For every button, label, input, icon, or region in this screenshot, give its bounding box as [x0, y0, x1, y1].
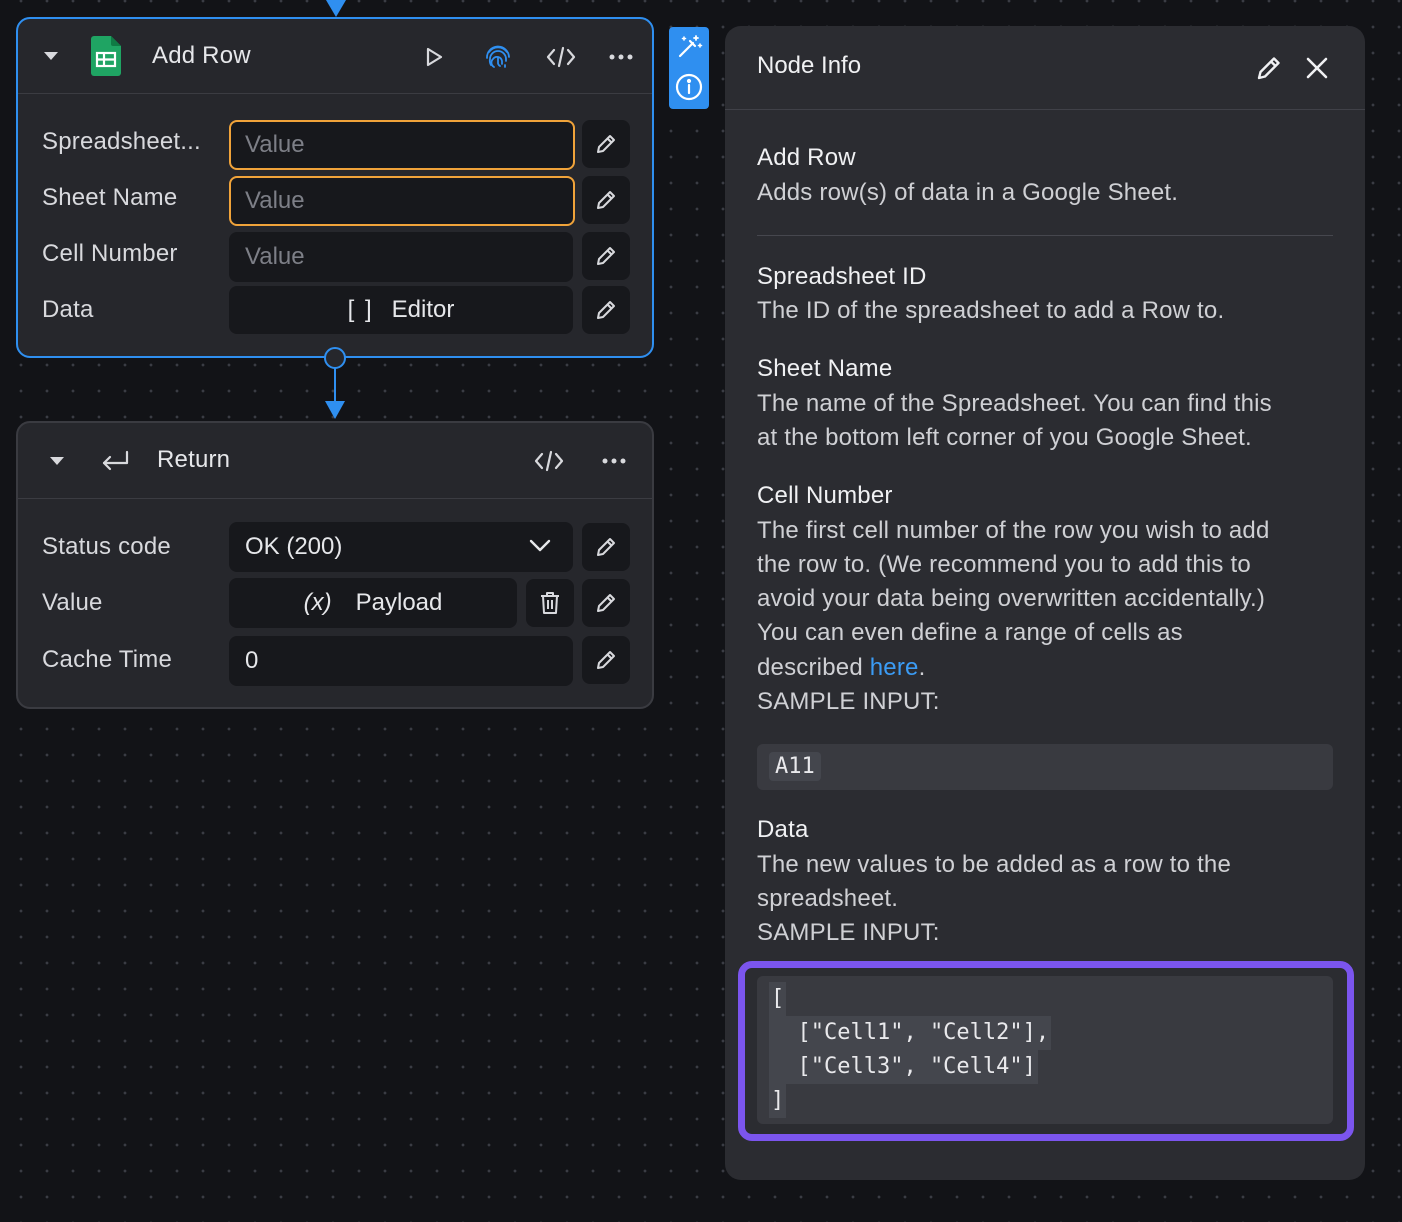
- collapse-caret-icon[interactable]: [38, 46, 64, 66]
- return-node-header: Return: [18, 423, 652, 499]
- add-row-node-header: Add Row: [18, 19, 652, 94]
- param-cell-number-description-line-1: The first cell number of the row you wis…: [757, 517, 1270, 544]
- data-edit-button[interactable]: [582, 286, 630, 334]
- pencil-icon: [597, 135, 615, 153]
- here-link[interactable]: here: [870, 654, 919, 681]
- fingerprint-icon[interactable]: [482, 41, 514, 73]
- more-options-icon[interactable]: [606, 43, 636, 71]
- node-connector[interactable]: [322, 345, 350, 421]
- value-edit-button[interactable]: [582, 579, 630, 627]
- pencil-icon: [597, 651, 615, 669]
- code-icon[interactable]: [532, 445, 566, 477]
- run-play-icon[interactable]: [420, 43, 448, 71]
- field-label-sheet-name: Sheet Name: [42, 184, 178, 211]
- code-icon[interactable]: [544, 41, 578, 73]
- field-label-cell-number: Cell Number: [42, 240, 178, 267]
- described-suffix: .: [918, 654, 926, 681]
- param-cell-number-name: Cell Number: [757, 482, 893, 509]
- more-options-icon[interactable]: [599, 447, 629, 475]
- data-sample-line: ["Cell1", "Cell2"],: [769, 1016, 1052, 1050]
- node-info-panel: Node Info Add Row Adds row(s) of data in…: [725, 26, 1365, 1180]
- described-prefix: described: [757, 654, 870, 681]
- param-sheet-name-name: Sheet Name: [757, 355, 893, 382]
- status-code-edit-button[interactable]: [582, 523, 630, 571]
- data-sample-line: ["Cell3", "Cell4"]: [769, 1050, 1038, 1084]
- cell-number-sample-value: A11: [769, 752, 821, 781]
- chevron-down-icon: [529, 539, 551, 552]
- node-tool-strip: [669, 27, 709, 109]
- field-label-data: Data: [42, 296, 94, 323]
- trash-icon: [541, 592, 559, 614]
- add-row-node-title: Add Row: [152, 42, 251, 69]
- close-button[interactable]: [1301, 52, 1333, 84]
- spreadsheet-id-edit-button[interactable]: [582, 120, 630, 168]
- param-spreadsheet-id-description: The ID of the spreadsheet to add a Row t…: [757, 297, 1225, 324]
- data-sample-code: [ ["Cell1", "Cell2"], ["Cell3", "Cell4"]…: [757, 976, 1333, 1124]
- node-info-title: Node Info: [757, 52, 862, 79]
- close-icon: [1306, 57, 1328, 79]
- param-data-description-line-2: spreadsheet.: [757, 885, 899, 912]
- param-cell-number-described: described here.: [757, 651, 1337, 685]
- cache-time-edit-button[interactable]: [582, 636, 630, 684]
- param-sheet-name-description-line-2: at the bottom left corner of you Google …: [757, 424, 1252, 451]
- pencil-icon: [597, 538, 615, 556]
- value-variable-name: Payload: [355, 589, 443, 616]
- info-divider: [757, 235, 1333, 236]
- pencil-icon: [597, 301, 615, 319]
- collapse-caret-icon[interactable]: [44, 451, 70, 471]
- param-data-sample-label: SAMPLE INPUT:: [757, 919, 940, 946]
- param-sheet-name-description-line-1: The name of the Spreadsheet. You can fin…: [757, 390, 1272, 417]
- return-node[interactable]: Return Status code OK (200) Value (x) Pa…: [16, 421, 654, 709]
- variable-icon: (x): [303, 589, 332, 616]
- pencil-icon: [597, 247, 615, 265]
- info-node-description: Adds row(s) of data in a Google Sheet.: [757, 179, 1179, 206]
- cache-time-input[interactable]: 0: [229, 636, 573, 686]
- field-label-cache-time: Cache Time: [42, 646, 173, 673]
- cell-number-sample-code: A11: [757, 744, 1333, 790]
- return-icon: [98, 447, 132, 475]
- value-variable-field[interactable]: (x) Payload: [229, 578, 517, 628]
- sheet-name-input[interactable]: Value: [229, 176, 575, 226]
- sheet-name-edit-button[interactable]: [582, 176, 630, 224]
- editor-label: Editor: [391, 296, 455, 323]
- spreadsheet-id-input[interactable]: Value: [229, 120, 575, 170]
- pencil-icon: [597, 594, 615, 612]
- edit-pencil-button[interactable]: [1253, 52, 1285, 84]
- info-icon[interactable]: [675, 73, 703, 101]
- value-delete-button[interactable]: [526, 579, 574, 627]
- data-sample-line: ]: [769, 1084, 787, 1118]
- status-code-select[interactable]: OK (200): [229, 522, 573, 572]
- param-data-description-line-1: The new values to be added as a row to t…: [757, 851, 1232, 878]
- info-node-name: Add Row: [757, 144, 856, 171]
- param-cell-number-sample-label: SAMPLE INPUT:: [757, 688, 940, 715]
- param-spreadsheet-id-name: Spreadsheet ID: [757, 263, 927, 290]
- pencil-icon: [597, 191, 615, 209]
- field-label-spreadsheet: Spreadsheet...: [42, 128, 201, 155]
- param-data-name: Data: [757, 816, 809, 843]
- return-node-title: Return: [157, 446, 231, 473]
- field-label-status-code: Status code: [42, 533, 171, 560]
- data-editor-button[interactable]: [ ] Editor: [229, 286, 573, 334]
- brackets-icon: [ ]: [347, 296, 374, 323]
- status-code-value: OK (200): [245, 533, 343, 560]
- param-cell-number-description-line-2: the row to. (We recommend you to add thi…: [757, 551, 1251, 578]
- data-sample-line: [: [769, 982, 787, 1016]
- google-sheets-icon: [90, 35, 122, 77]
- field-label-value: Value: [42, 589, 103, 616]
- add-row-node[interactable]: Add Row Spreadsheet... Value Sheet Name …: [16, 17, 654, 358]
- magic-wand-icon[interactable]: [675, 33, 703, 61]
- node-info-header: Node Info: [725, 26, 1365, 110]
- incoming-connector-arrow: [326, 0, 346, 17]
- pencil-icon: [1257, 57, 1280, 80]
- param-cell-number-description-line-4: You can even define a range of cells as: [757, 619, 1183, 646]
- cell-number-edit-button[interactable]: [582, 232, 630, 280]
- cell-number-input[interactable]: Value: [229, 232, 573, 282]
- param-cell-number-description-line-3: avoid your data being overwritten accide…: [757, 585, 1266, 612]
